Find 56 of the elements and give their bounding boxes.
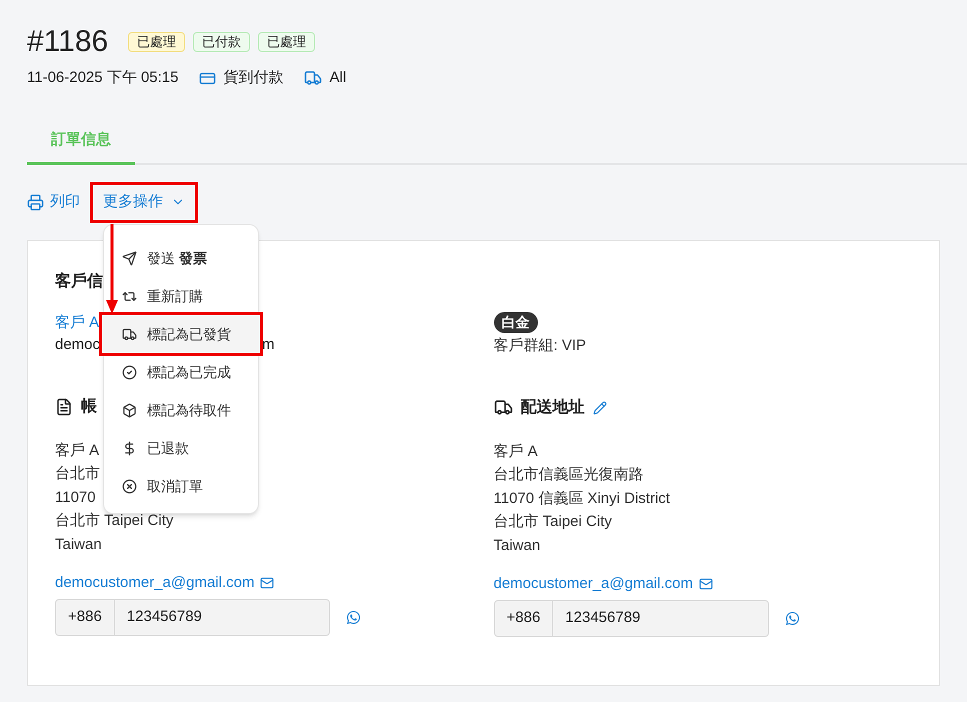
address-line: 客戶 A	[494, 442, 538, 462]
section-title: 帳	[81, 396, 97, 416]
box-icon	[122, 402, 137, 418]
truck-icon	[304, 69, 322, 88]
address-line: 台北市 Taipei City	[494, 512, 612, 532]
mail-icon	[260, 576, 274, 590]
email-link[interactable]: democustomer_a@gmail.com	[494, 573, 693, 596]
whatsapp-icon[interactable]	[346, 610, 361, 624]
email-text: m	[262, 334, 275, 354]
status-badge: 已處理	[128, 32, 186, 52]
order-number: #1186	[27, 24, 108, 60]
check-circle-icon	[122, 364, 137, 380]
phone-number: 123456789	[564, 608, 642, 628]
address-line: 台北市	[55, 464, 100, 484]
order-date: 11-06-2025 下午 05:15	[27, 68, 178, 88]
address-line: 11070 信義區 Xinyi District	[494, 488, 670, 508]
cancel-icon	[122, 478, 137, 494]
status-badge: 已付款	[193, 32, 250, 52]
address-line: Taiwan	[494, 536, 540, 556]
menu-item[interactable]: 發送 發票	[104, 239, 258, 277]
section-title: 客戶信	[55, 271, 104, 292]
address-line: 11070	[55, 488, 96, 508]
phone-field[interactable]: +886 123456789	[55, 598, 330, 636]
menu-item[interactable]: 取消訂單	[104, 467, 258, 505]
status-badge: 已處理	[258, 32, 316, 52]
document-icon	[55, 398, 73, 416]
menu-item[interactable]: 重新訂購	[104, 277, 258, 315]
email-link[interactable]: democustomer_a@gmail.com	[55, 572, 254, 594]
menu-item[interactable]: 標記為待取件	[104, 391, 258, 429]
address-line: 台北市信義區光復南路	[494, 465, 644, 485]
address-line: 台北市 Taipei City	[55, 511, 174, 531]
print-icon	[27, 194, 44, 210]
more-actions-button[interactable]: 更多操作	[90, 182, 198, 222]
shipping-method: All	[330, 68, 346, 88]
section-title: 配送地址	[520, 398, 584, 418]
edit-icon[interactable]	[592, 400, 606, 414]
phone-number: 123456789	[126, 606, 203, 627]
address-line: 客戶 A	[55, 440, 100, 460]
menu-item[interactable]: 標記為已完成	[104, 353, 258, 391]
phone-field[interactable]: +886 123456789	[494, 600, 768, 636]
truck-icon	[122, 326, 137, 342]
customer-group: 客戶群組: VIP	[494, 334, 912, 356]
truck-icon	[494, 398, 512, 417]
address-line: Taiwan	[55, 534, 102, 554]
email-text: democ	[55, 334, 100, 354]
whatsapp-icon[interactable]	[784, 610, 800, 626]
print-button[interactable]: 列印	[50, 190, 80, 214]
country-code: +886	[56, 600, 115, 634]
mail-icon	[698, 577, 713, 592]
send-icon	[122, 250, 137, 266]
payment-method: 貨到付款	[224, 68, 284, 88]
menu-item[interactable]: 標記為已發貨	[102, 315, 260, 353]
dollar-icon	[122, 440, 137, 456]
tier-badge: 白金	[494, 312, 538, 332]
country-code: +886	[494, 600, 554, 636]
menu-item[interactable]: 已退款	[104, 429, 258, 467]
